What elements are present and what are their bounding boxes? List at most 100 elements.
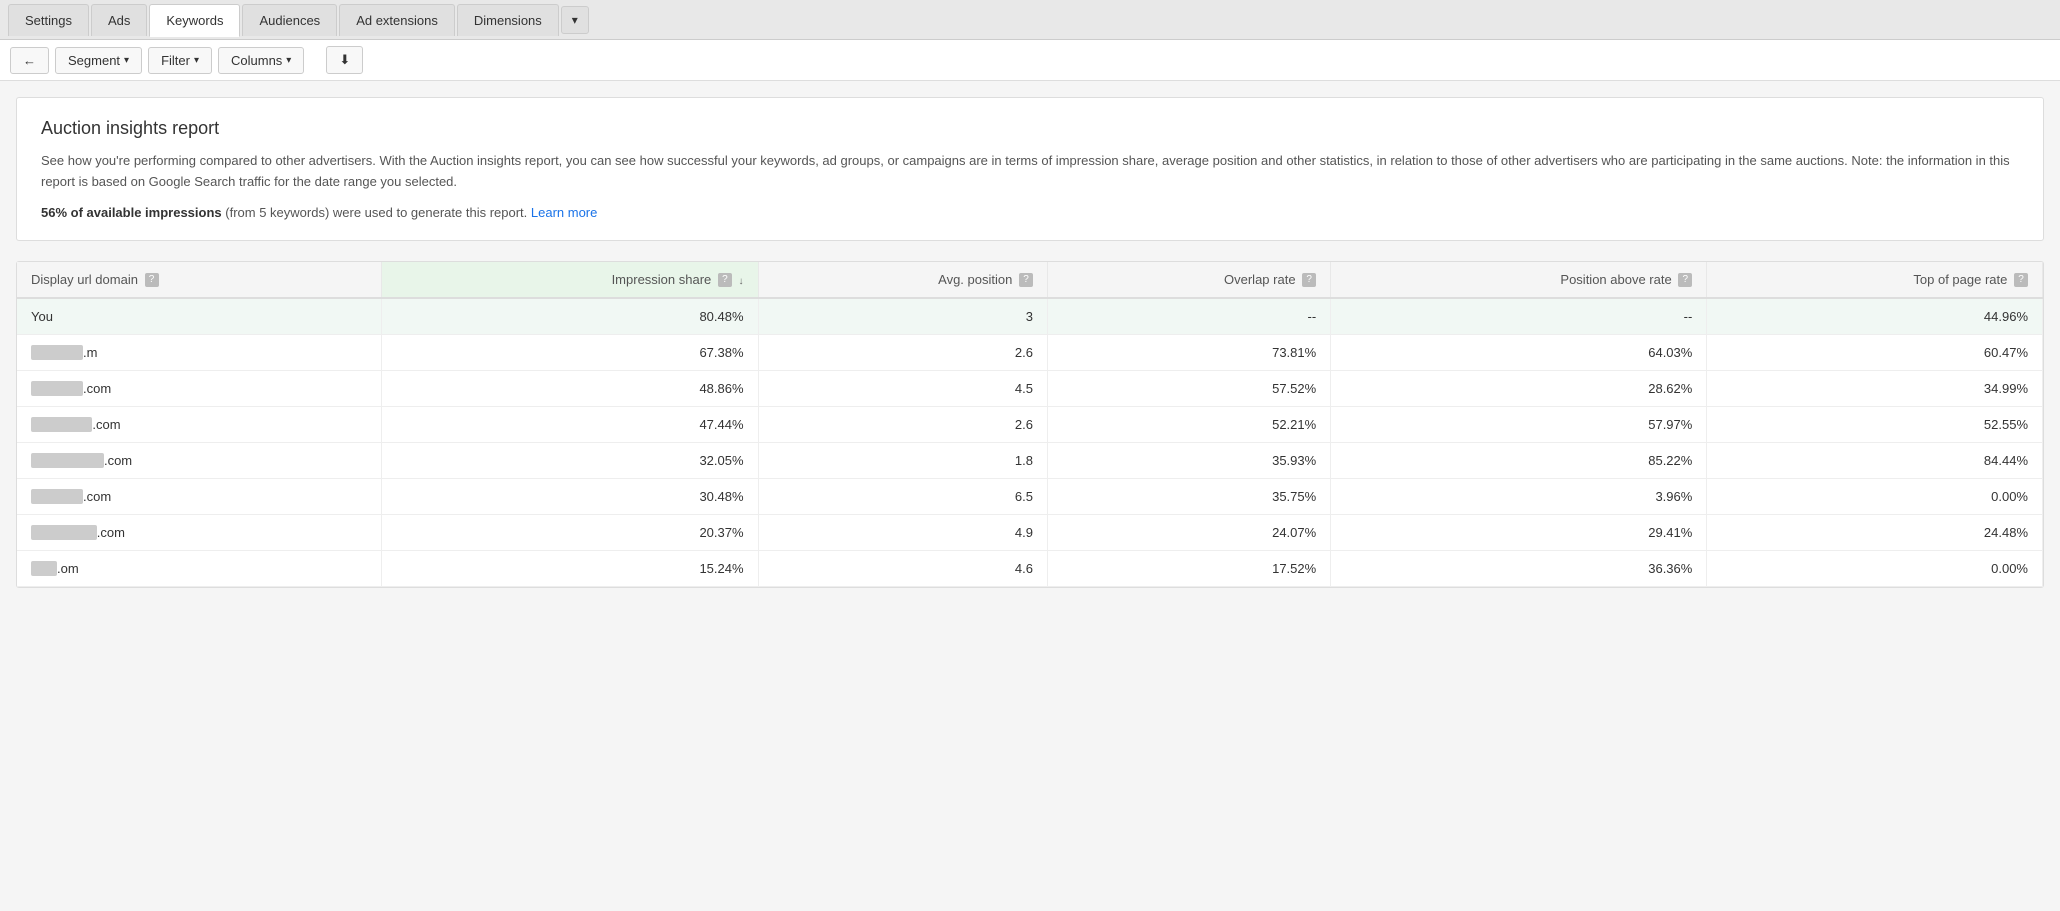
tab-audiences[interactable]: Audiences xyxy=(242,4,337,36)
cell-avg-position: 4.6 xyxy=(758,551,1047,587)
cell-top-of-page-rate: 84.44% xyxy=(1707,443,2043,479)
th-top-of-page-rate-help-icon[interactable]: ? xyxy=(2014,273,2028,287)
th-impression-share-label: Impression share xyxy=(612,272,712,287)
report-title: Auction insights report xyxy=(41,118,2019,139)
th-avg-position-help-icon[interactable]: ? xyxy=(1019,273,1033,287)
cell-domain: xxxxxxxxls.com xyxy=(17,407,382,443)
info-panel: Auction insights report See how you're p… xyxy=(16,97,2044,241)
tab-ads[interactable]: Ads xyxy=(91,4,147,36)
cell-overlap-rate: 35.93% xyxy=(1047,443,1330,479)
th-impression-share-help-icon[interactable]: ? xyxy=(718,273,732,287)
cell-position-above-rate: 3.96% xyxy=(1331,479,1707,515)
back-button[interactable]: ← xyxy=(10,47,49,74)
cell-impression-share: 20.37% xyxy=(382,515,758,551)
cell-position-above-rate: 29.41% xyxy=(1331,515,1707,551)
cell-position-above-rate: 28.62% xyxy=(1331,371,1707,407)
cell-position-above-rate: -- xyxy=(1331,298,1707,335)
th-overlap-rate-help-icon[interactable]: ? xyxy=(1302,273,1316,287)
tab-more-button[interactable]: ▾ xyxy=(561,6,589,34)
main-content: Auction insights report See how you're p… xyxy=(0,81,2060,604)
table-row: xxxxxxxx.com30.48%6.535.75%3.96%0.00% xyxy=(17,479,2043,515)
cell-overlap-rate: 57.52% xyxy=(1047,371,1330,407)
cell-domain: xxxxxxxx.com xyxy=(17,371,382,407)
domain-suffix: .com xyxy=(92,417,120,432)
cell-overlap-rate: 35.75% xyxy=(1047,479,1330,515)
report-description: See how you're performing compared to ot… xyxy=(41,151,2019,193)
tab-settings[interactable]: Settings xyxy=(8,4,89,36)
cell-impression-share: 30.48% xyxy=(382,479,758,515)
back-icon: ← xyxy=(23,53,36,68)
cell-impression-share: 80.48% xyxy=(382,298,758,335)
table-container: Display url domain ? Impression share ? … xyxy=(16,261,2044,589)
tab-keywords[interactable]: Keywords xyxy=(149,4,240,37)
cell-top-of-page-rate: 0.00% xyxy=(1707,551,2043,587)
domain-suffix: .com xyxy=(83,381,111,396)
segment-button[interactable]: Segment ▾ xyxy=(55,47,142,74)
columns-chevron-icon: ▾ xyxy=(286,55,291,66)
cell-avg-position: 1.8 xyxy=(758,443,1047,479)
download-button[interactable]: ⬇ xyxy=(326,46,363,74)
table-row: xxxx.om15.24%4.617.52%36.36%0.00% xyxy=(17,551,2043,587)
tab-dimensions[interactable]: Dimensions xyxy=(457,4,559,36)
th-avg-position: Avg. position ? xyxy=(758,262,1047,299)
cell-domain: xxxxxxxxso.com xyxy=(17,515,382,551)
impressions-note-bold: 56% of available impressions xyxy=(41,205,222,220)
cell-avg-position: 2.6 xyxy=(758,407,1047,443)
segment-label: Segment xyxy=(68,53,120,68)
columns-button[interactable]: Columns ▾ xyxy=(218,47,304,74)
th-top-of-page-rate: Top of page rate ? xyxy=(1707,262,2043,299)
cell-top-of-page-rate: 60.47% xyxy=(1707,335,2043,371)
cell-overlap-rate: 52.21% xyxy=(1047,407,1330,443)
cell-domain: You xyxy=(17,298,382,335)
auction-insights-table: Display url domain ? Impression share ? … xyxy=(17,262,2043,588)
cell-avg-position: 4.9 xyxy=(758,515,1047,551)
cell-domain: xxxxxxxx.m xyxy=(17,335,382,371)
th-display-url-help-icon[interactable]: ? xyxy=(145,273,159,287)
cell-overlap-rate: 73.81% xyxy=(1047,335,1330,371)
cell-domain: xxxx.om xyxy=(17,551,382,587)
table-row: xxxxxxxxtool.com32.05%1.835.93%85.22%84.… xyxy=(17,443,2043,479)
th-avg-position-label: Avg. position xyxy=(938,272,1012,287)
learn-more-link[interactable]: Learn more xyxy=(531,205,597,220)
filter-button[interactable]: Filter ▾ xyxy=(148,47,212,74)
blurred-prefix: xxxxxxxxtool xyxy=(31,453,104,468)
blurred-prefix: xxxxxxxxls xyxy=(31,417,92,432)
blurred-prefix: xxxxxxxx xyxy=(31,345,83,360)
th-position-above-rate-label: Position above rate xyxy=(1560,272,1671,287)
domain-suffix: .com xyxy=(104,453,132,468)
download-icon: ⬇ xyxy=(339,52,350,68)
cell-impression-share: 48.86% xyxy=(382,371,758,407)
domain-suffix: .com xyxy=(83,489,111,504)
filter-label: Filter xyxy=(161,53,190,68)
table-row: You80.48%3----44.96% xyxy=(17,298,2043,335)
cell-avg-position: 4.5 xyxy=(758,371,1047,407)
cell-top-of-page-rate: 52.55% xyxy=(1707,407,2043,443)
th-display-url-label: Display url domain xyxy=(31,272,138,287)
impressions-note: 56% of available impressions (from 5 key… xyxy=(41,205,2019,220)
cell-overlap-rate: 17.52% xyxy=(1047,551,1330,587)
domain-suffix: .om xyxy=(57,561,79,576)
th-impression-share-sort-icon: ↓ xyxy=(739,276,744,287)
cell-top-of-page-rate: 44.96% xyxy=(1707,298,2043,335)
cell-avg-position: 3 xyxy=(758,298,1047,335)
blurred-prefix: xxxx xyxy=(31,561,57,576)
cell-top-of-page-rate: 0.00% xyxy=(1707,479,2043,515)
cell-impression-share: 67.38% xyxy=(382,335,758,371)
tab-ad-extensions[interactable]: Ad extensions xyxy=(339,4,455,36)
blurred-prefix: xxxxxxxx xyxy=(31,381,83,396)
table-header-row: Display url domain ? Impression share ? … xyxy=(17,262,2043,299)
th-impression-share[interactable]: Impression share ? ↓ xyxy=(382,262,758,299)
filter-chevron-icon: ▾ xyxy=(194,55,199,66)
impressions-note-rest: (from 5 keywords) were used to generate … xyxy=(222,205,531,220)
cell-avg-position: 2.6 xyxy=(758,335,1047,371)
cell-impression-share: 32.05% xyxy=(382,443,758,479)
cell-overlap-rate: 24.07% xyxy=(1047,515,1330,551)
cell-overlap-rate: -- xyxy=(1047,298,1330,335)
th-overlap-rate: Overlap rate ? xyxy=(1047,262,1330,299)
blurred-prefix: xxxxxxxxso xyxy=(31,525,97,540)
table-row: xxxxxxxx.com48.86%4.557.52%28.62%34.99% xyxy=(17,371,2043,407)
cell-domain: xxxxxxxxtool.com xyxy=(17,443,382,479)
th-position-above-rate-help-icon[interactable]: ? xyxy=(1678,273,1692,287)
tab-bar: Settings Ads Keywords Audiences Ad exten… xyxy=(0,0,2060,40)
cell-impression-share: 47.44% xyxy=(382,407,758,443)
